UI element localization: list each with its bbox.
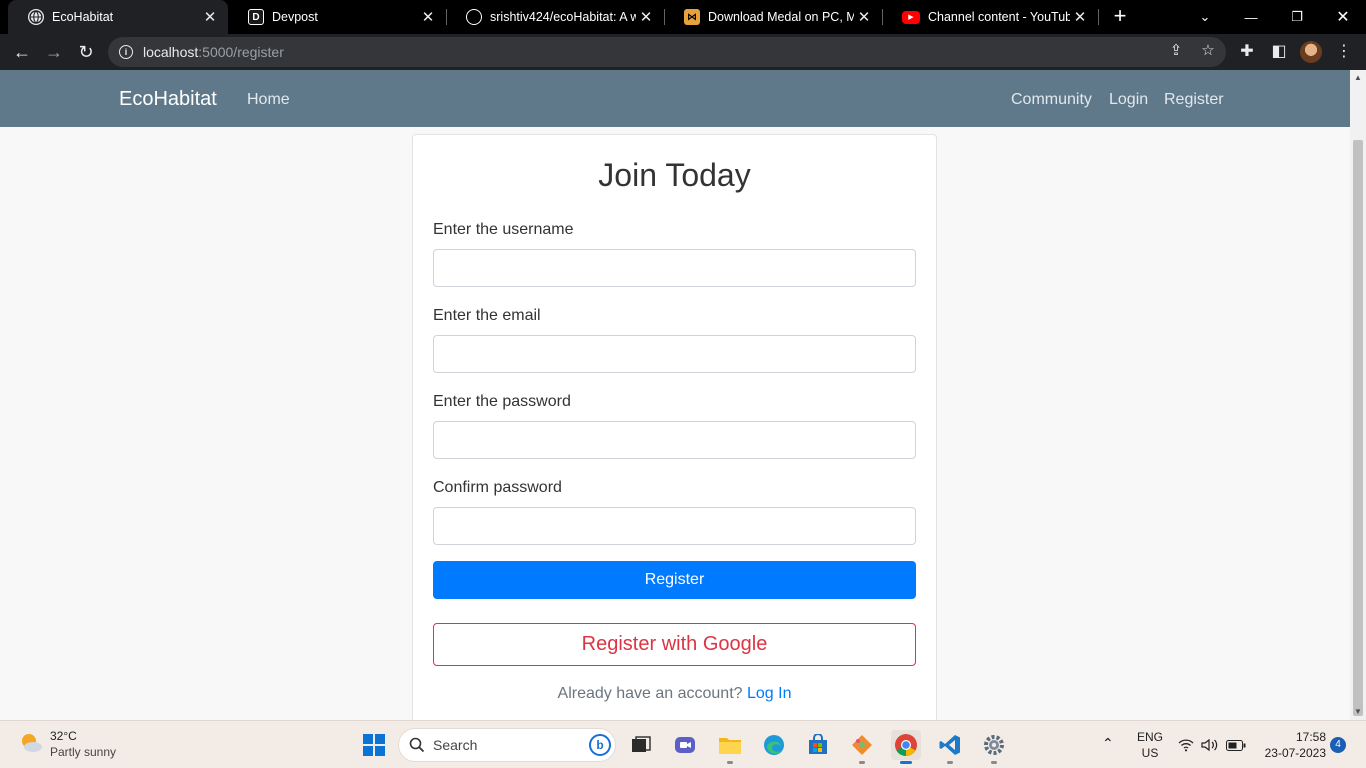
youtube-icon: ▶ bbox=[902, 10, 920, 24]
forward-arrow-icon[interactable]: → bbox=[40, 38, 68, 66]
tab-divider bbox=[1098, 9, 1099, 25]
tab-title: Devpost bbox=[272, 10, 318, 24]
file-explorer-icon[interactable] bbox=[715, 730, 745, 764]
brand-link[interactable]: EcoHabitat bbox=[119, 88, 217, 111]
minimize-button[interactable]: — bbox=[1228, 0, 1274, 34]
username-input[interactable] bbox=[433, 249, 916, 287]
battery-icon[interactable] bbox=[1224, 730, 1248, 760]
email-input[interactable] bbox=[433, 335, 916, 373]
windows-taskbar: 32°C Partly sunny Search b ⌃ ENG US 17:5… bbox=[0, 720, 1366, 768]
language-indicator[interactable]: ENG bbox=[1134, 730, 1166, 744]
teams-chat-icon[interactable] bbox=[670, 730, 700, 760]
bing-icon[interactable]: b bbox=[589, 734, 611, 756]
reload-icon[interactable]: ↻ bbox=[72, 38, 100, 66]
running-indicator bbox=[727, 761, 733, 764]
settings-gear-icon[interactable] bbox=[979, 730, 1009, 764]
vscode-icon[interactable] bbox=[935, 730, 965, 764]
site-navbar: EcoHabitat Home Community Login Register bbox=[0, 70, 1350, 127]
weather-temperature: 32°C bbox=[50, 729, 77, 743]
share-icon[interactable]: ⇪ bbox=[1167, 41, 1185, 59]
chrome-browser-icon[interactable] bbox=[891, 730, 921, 764]
region-indicator[interactable]: US bbox=[1134, 746, 1166, 760]
search-icon bbox=[409, 737, 425, 753]
notification-count-badge[interactable]: 4 bbox=[1330, 737, 1346, 753]
tab-title: Channel content - YouTube S bbox=[928, 10, 1070, 24]
side-panel-icon[interactable]: ◧ bbox=[1269, 41, 1289, 61]
tab-title: Download Medal on PC, Mac bbox=[708, 10, 854, 24]
tab-youtube[interactable]: ▶ Channel content - YouTube S ✕ bbox=[882, 0, 1098, 34]
close-tab-icon[interactable]: ✕ bbox=[1070, 8, 1090, 26]
github-icon bbox=[466, 9, 482, 25]
register-button[interactable]: Register bbox=[433, 561, 916, 599]
browser-toolbar: ← → ↻ i localhost:5000/register ⇪ ☆ ✚ ◧ … bbox=[0, 34, 1366, 70]
tab-title: srishtiv424/ecoHabitat: A wel bbox=[490, 10, 636, 24]
tab-search-icon[interactable]: ⌄ bbox=[1182, 0, 1228, 34]
login-link[interactable]: Log In bbox=[747, 685, 791, 702]
close-tab-icon[interactable]: ✕ bbox=[636, 8, 656, 26]
email-label: Enter the email bbox=[433, 307, 541, 324]
login-prompt: Already have an account? Log In bbox=[413, 685, 936, 703]
globe-icon bbox=[28, 9, 44, 25]
menu-dots-icon[interactable]: ⋮ bbox=[1334, 41, 1354, 61]
url-host: localhost bbox=[143, 44, 199, 60]
task-view-icon[interactable] bbox=[626, 730, 656, 760]
new-tab-button[interactable]: + bbox=[1108, 4, 1132, 28]
search-placeholder: Search bbox=[433, 737, 478, 753]
username-label: Enter the username bbox=[433, 221, 574, 238]
confirm-password-label: Confirm password bbox=[433, 479, 562, 496]
extensions-icon[interactable]: ✚ bbox=[1237, 41, 1257, 61]
profile-avatar[interactable] bbox=[1300, 41, 1322, 63]
show-hidden-icons-chevron-icon[interactable]: ⌃ bbox=[1102, 735, 1114, 752]
back-arrow-icon[interactable]: ← bbox=[8, 38, 36, 66]
microsoft-store-icon[interactable] bbox=[803, 730, 833, 760]
nav-register-link[interactable]: Register bbox=[1164, 91, 1224, 109]
wifi-icon[interactable] bbox=[1176, 730, 1196, 760]
close-window-button[interactable]: ✕ bbox=[1320, 0, 1366, 34]
scrollbar-thumb[interactable] bbox=[1353, 140, 1363, 716]
active-app-indicator bbox=[900, 761, 912, 764]
running-indicator bbox=[991, 761, 997, 764]
tab-github[interactable]: srishtiv424/ecoHabitat: A wel ✕ bbox=[446, 0, 664, 34]
password-input[interactable] bbox=[433, 421, 916, 459]
tab-medal[interactable]: ⋈ Download Medal on PC, Mac ✕ bbox=[664, 0, 882, 34]
tab-title: EcoHabitat bbox=[52, 10, 114, 24]
close-tab-icon[interactable]: ✕ bbox=[854, 8, 874, 26]
edge-browser-icon[interactable] bbox=[759, 730, 789, 760]
page-title: Join Today bbox=[598, 157, 751, 193]
medal-icon: ⋈ bbox=[684, 9, 700, 25]
page-scrollbar[interactable]: ▲ ▼ bbox=[1350, 70, 1366, 720]
register-card: Join Today Enter the username Enter the … bbox=[412, 134, 937, 720]
git-tool-icon[interactable] bbox=[847, 730, 877, 764]
already-account-text: Already have an account? bbox=[557, 685, 743, 702]
running-indicator bbox=[947, 761, 953, 764]
weather-description: Partly sunny bbox=[50, 745, 117, 759]
bookmark-star-icon[interactable]: ☆ bbox=[1199, 41, 1217, 59]
address-bar[interactable]: i localhost:5000/register bbox=[108, 37, 1226, 67]
scroll-up-arrow-icon[interactable]: ▲ bbox=[1350, 70, 1366, 86]
clock-time[interactable]: 17:58 bbox=[1262, 730, 1326, 744]
url-path: :5000/register bbox=[198, 44, 284, 60]
taskbar-search-box[interactable]: Search b bbox=[398, 728, 616, 762]
nav-community-link[interactable]: Community bbox=[1011, 91, 1092, 109]
restore-button[interactable]: ❐ bbox=[1274, 0, 1320, 34]
close-tab-icon[interactable]: ✕ bbox=[200, 8, 220, 26]
running-indicator bbox=[859, 761, 865, 764]
windows-start-icon[interactable] bbox=[359, 730, 389, 760]
clock-date[interactable]: 23-07-2023 bbox=[1252, 746, 1326, 760]
nav-home-link[interactable]: Home bbox=[247, 91, 290, 109]
volume-icon[interactable] bbox=[1200, 730, 1220, 760]
confirm-password-input[interactable] bbox=[433, 507, 916, 545]
tab-devpost[interactable]: D Devpost ✕ bbox=[228, 0, 446, 34]
password-label: Enter the password bbox=[433, 393, 571, 410]
page-viewport: EcoHabitat Home Community Login Register… bbox=[0, 70, 1350, 720]
register-with-google-button[interactable]: Register with Google bbox=[433, 623, 916, 666]
partly-sunny-icon[interactable] bbox=[18, 730, 44, 756]
site-info-icon[interactable]: i bbox=[119, 45, 133, 59]
browser-tab-strip: EcoHabitat ✕ D Devpost ✕ srishtiv424/eco… bbox=[0, 0, 1366, 34]
tab-ecohabitat[interactable]: EcoHabitat ✕ bbox=[8, 0, 228, 34]
nav-login-link[interactable]: Login bbox=[1109, 91, 1148, 109]
scroll-down-arrow-icon[interactable]: ▼ bbox=[1350, 704, 1366, 720]
devpost-icon: D bbox=[248, 9, 264, 25]
close-tab-icon[interactable]: ✕ bbox=[418, 8, 438, 26]
